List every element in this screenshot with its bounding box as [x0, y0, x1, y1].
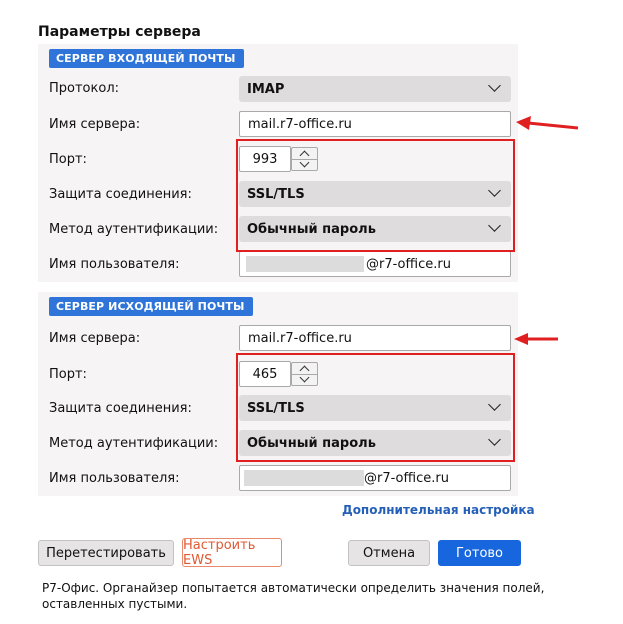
- outgoing-auth-label: Метод аутентификации:: [49, 436, 219, 451]
- autodetect-note: Р7-Офис. Органайзер попытается автоматич…: [42, 581, 545, 611]
- retest-button[interactable]: Перетестировать: [38, 540, 174, 566]
- outgoing-user-suffix: @r7-office.ru: [364, 470, 449, 486]
- redacted-username: [244, 470, 364, 486]
- incoming-auth-label: Метод аутентификации:: [49, 222, 219, 237]
- incoming-server-value: mail.r7-office.ru: [248, 116, 352, 132]
- protocol-label: Протокол:: [49, 81, 120, 96]
- incoming-port-label: Порт:: [49, 152, 87, 167]
- outgoing-user-input[interactable]: @r7-office.ru: [239, 465, 511, 491]
- incoming-highlight-box: [236, 139, 515, 252]
- outgoing-highlight-box: [236, 353, 515, 462]
- protocol-select[interactable]: IMAP: [239, 76, 511, 102]
- incoming-server-label: Имя сервера:: [49, 117, 141, 132]
- advanced-settings-link[interactable]: Дополнительная настройка: [342, 503, 535, 517]
- redacted-username: [246, 256, 364, 272]
- outgoing-port-label: Порт:: [49, 367, 87, 382]
- configure-ews-button[interactable]: Настроить EWS: [182, 538, 282, 568]
- chevron-down-icon: [488, 79, 501, 92]
- red-arrow-icon: [516, 116, 579, 130]
- outgoing-security-label: Защита соединения:: [49, 401, 192, 416]
- incoming-server-input[interactable]: mail.r7-office.ru: [239, 111, 511, 137]
- outgoing-user-label: Имя пользователя:: [49, 471, 180, 486]
- cancel-button[interactable]: Отмена: [348, 540, 430, 566]
- outgoing-server-value: mail.r7-office.ru: [248, 330, 352, 346]
- done-button[interactable]: Готово: [438, 540, 521, 566]
- outgoing-server-label: Имя сервера:: [49, 331, 141, 346]
- outgoing-server-input[interactable]: mail.r7-office.ru: [239, 325, 511, 351]
- dialog-title: Параметры сервера: [38, 24, 201, 40]
- protocol-value: IMAP: [247, 81, 285, 97]
- incoming-section-badge: СЕРВЕР ВХОДЯЩЕЙ ПОЧТЫ: [49, 49, 244, 68]
- red-arrow-icon: [514, 333, 558, 345]
- incoming-user-input[interactable]: @r7-office.ru: [239, 251, 511, 277]
- incoming-user-suffix: @r7-office.ru: [366, 256, 451, 272]
- incoming-user-label: Имя пользователя:: [49, 257, 180, 272]
- incoming-security-label: Защита соединения:: [49, 187, 192, 202]
- outgoing-section-badge: СЕРВЕР ИСХОДЯЩЕЙ ПОЧТЫ: [49, 297, 253, 316]
